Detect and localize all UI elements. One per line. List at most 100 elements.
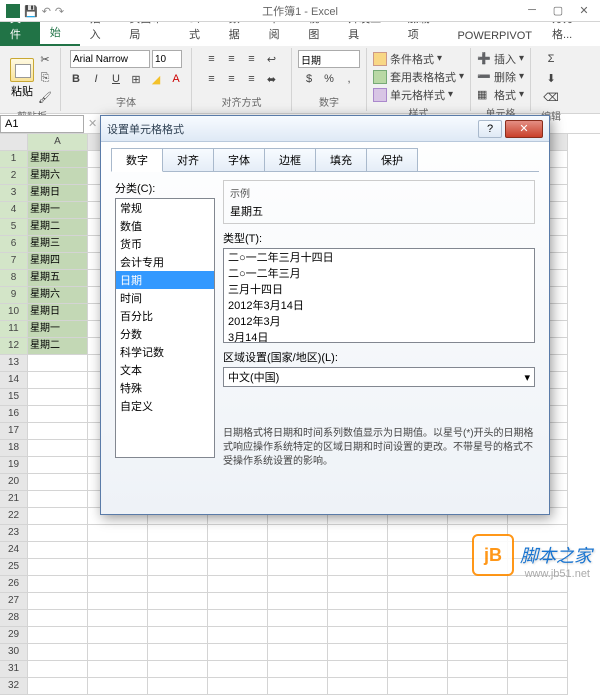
cell[interactable]: 星期一 (28, 202, 88, 219)
wrap-text-icon[interactable]: ↩ (263, 50, 281, 68)
category-item[interactable]: 特殊 (116, 379, 214, 397)
row-header-3[interactable]: 3 (0, 185, 28, 202)
cell[interactable] (448, 644, 508, 661)
cell[interactable] (448, 593, 508, 610)
dlg-tab-border[interactable]: 边框 (264, 148, 316, 171)
cell[interactable] (88, 610, 148, 627)
cell[interactable] (208, 559, 268, 576)
row-header-7[interactable]: 7 (0, 253, 28, 270)
cell[interactable] (208, 644, 268, 661)
close-button[interactable]: ✕ (572, 2, 596, 18)
col-header-A[interactable]: A (28, 134, 88, 151)
cell[interactable] (268, 559, 328, 576)
row-header-13[interactable]: 13 (0, 355, 28, 372)
cell[interactable] (388, 627, 448, 644)
copy-icon[interactable]: ⎘ (36, 69, 54, 87)
row-header-32[interactable]: 32 (0, 678, 28, 695)
cell[interactable] (328, 542, 388, 559)
dlg-tab-protect[interactable]: 保护 (366, 148, 418, 171)
cell[interactable] (268, 525, 328, 542)
cell[interactable] (28, 593, 88, 610)
align-mid-icon[interactable]: ≡ (223, 50, 241, 68)
row-header-12[interactable]: 12 (0, 338, 28, 355)
cell[interactable] (28, 644, 88, 661)
row-header-24[interactable]: 24 (0, 542, 28, 559)
category-item[interactable]: 分数 (116, 325, 214, 343)
row-header-9[interactable]: 9 (0, 287, 28, 304)
font-color-button[interactable]: A (167, 70, 185, 88)
cell[interactable] (388, 678, 448, 695)
row-header-18[interactable]: 18 (0, 440, 28, 457)
row-header-15[interactable]: 15 (0, 389, 28, 406)
select-all-corner[interactable] (0, 134, 28, 151)
clear-icon[interactable]: ⌫ (542, 88, 560, 106)
cell[interactable] (388, 576, 448, 593)
cell[interactable] (208, 593, 268, 610)
percent-icon[interactable]: % (320, 70, 338, 88)
cell[interactable]: 星期一 (28, 321, 88, 338)
paste-button[interactable]: 粘贴 (10, 58, 34, 99)
delete-cells-button[interactable]: ➖删除 ▾ (477, 68, 524, 85)
cell[interactable] (388, 661, 448, 678)
row-header-10[interactable]: 10 (0, 304, 28, 321)
cell[interactable] (508, 661, 568, 678)
dlg-tab-fill[interactable]: 填充 (315, 148, 367, 171)
cell[interactable] (328, 576, 388, 593)
align-right-icon[interactable]: ≡ (243, 70, 261, 88)
cell[interactable] (28, 423, 88, 440)
cell[interactable] (328, 525, 388, 542)
cell[interactable] (328, 661, 388, 678)
insert-cells-button[interactable]: ➕插入 ▾ (477, 50, 524, 67)
cell[interactable] (208, 610, 268, 627)
dialog-close-button[interactable]: ✕ (505, 120, 543, 138)
cell[interactable] (388, 593, 448, 610)
type-item[interactable]: 2012年3月 (224, 313, 534, 329)
cell[interactable] (148, 678, 208, 695)
cell[interactable] (388, 525, 448, 542)
cell[interactable] (388, 610, 448, 627)
cell[interactable] (148, 576, 208, 593)
cell[interactable] (508, 678, 568, 695)
cell[interactable] (268, 576, 328, 593)
conditional-format-button[interactable]: 条件格式 ▾ (373, 50, 442, 67)
cell[interactable]: 星期二 (28, 219, 88, 236)
cell[interactable] (28, 457, 88, 474)
cell[interactable] (328, 593, 388, 610)
cell[interactable] (268, 627, 328, 644)
fill-color-button[interactable]: ◢ (147, 70, 165, 88)
cell[interactable]: 星期日 (28, 304, 88, 321)
cell-style-button[interactable]: 单元格样式 ▾ (373, 86, 453, 103)
maximize-button[interactable]: ▢ (546, 2, 570, 18)
cell[interactable]: 星期五 (28, 151, 88, 168)
cell[interactable] (148, 610, 208, 627)
cell[interactable] (88, 542, 148, 559)
category-item[interactable]: 自定义 (116, 397, 214, 415)
undo-icon[interactable]: ↶ (42, 5, 51, 18)
cell[interactable] (28, 355, 88, 372)
cell[interactable] (328, 644, 388, 661)
cell[interactable] (148, 627, 208, 644)
font-name-select[interactable] (70, 50, 150, 68)
cell[interactable] (448, 576, 508, 593)
category-item[interactable]: 文本 (116, 361, 214, 379)
cell[interactable] (88, 644, 148, 661)
font-size-select[interactable] (152, 50, 182, 68)
row-header-19[interactable]: 19 (0, 457, 28, 474)
redo-icon[interactable]: ↷ (55, 5, 64, 18)
cell[interactable] (388, 644, 448, 661)
row-header-25[interactable]: 25 (0, 559, 28, 576)
cell[interactable] (88, 593, 148, 610)
cell[interactable] (28, 440, 88, 457)
table-format-button[interactable]: 套用表格格式 ▾ (373, 68, 464, 85)
row-header-27[interactable]: 27 (0, 593, 28, 610)
cell[interactable] (268, 610, 328, 627)
cell[interactable]: 星期二 (28, 338, 88, 355)
cell[interactable] (148, 644, 208, 661)
cell[interactable] (448, 627, 508, 644)
cell[interactable] (28, 474, 88, 491)
cell[interactable] (388, 542, 448, 559)
cell[interactable] (508, 610, 568, 627)
cell[interactable]: 星期三 (28, 236, 88, 253)
category-item[interactable]: 日期 (116, 271, 214, 289)
cell[interactable] (268, 542, 328, 559)
